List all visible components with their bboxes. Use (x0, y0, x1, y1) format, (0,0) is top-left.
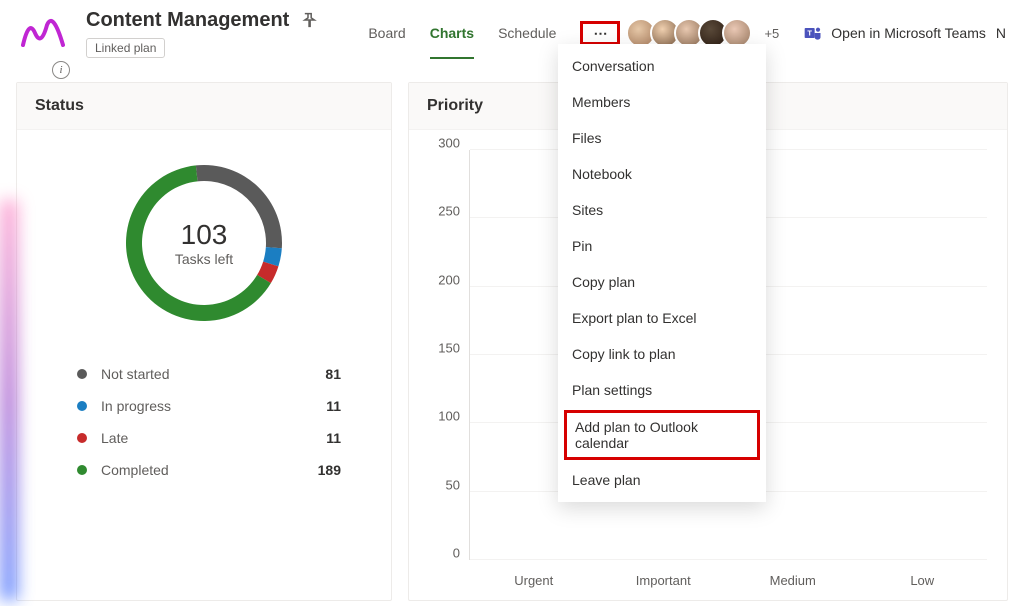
tab-charts[interactable]: Charts (430, 19, 474, 47)
menu-plan-settings[interactable]: Plan settings (558, 372, 766, 408)
status-legend: Not started 81 In progress 11 Late 11 Co… (17, 338, 391, 506)
legend-dot (77, 465, 87, 475)
y-tick: 0 (453, 546, 460, 561)
menu-copy-link[interactable]: Copy link to plan (558, 336, 766, 372)
legend-dot (77, 369, 87, 379)
x-label: Important (599, 573, 729, 588)
menu-export-excel[interactable]: Export plan to Excel (558, 300, 766, 336)
legend-row-not-started: Not started 81 (77, 358, 341, 390)
menu-add-outlook[interactable]: Add plan to Outlook calendar (564, 410, 760, 460)
tasks-left-label: Tasks left (175, 251, 233, 267)
y-tick: 300 (438, 136, 460, 151)
y-tick: 150 (438, 341, 460, 356)
menu-files[interactable]: Files (558, 120, 766, 156)
menu-members[interactable]: Members (558, 84, 766, 120)
legend-dot (77, 433, 87, 443)
info-icon[interactable]: i (52, 61, 70, 79)
menu-pin[interactable]: Pin (558, 228, 766, 264)
app-logo: i (18, 9, 66, 57)
x-label: Low (858, 573, 988, 588)
status-panel: Status 103 Tasks left Not started 81 In … (16, 82, 392, 601)
members-overflow-count[interactable]: +5 (764, 26, 779, 41)
menu-conversation[interactable]: Conversation (558, 48, 766, 84)
status-header: Status (17, 83, 391, 130)
plan-title: Content Management (86, 9, 289, 32)
status-donut-chart: 103 Tasks left (119, 158, 289, 328)
tab-board[interactable]: Board (368, 19, 405, 47)
linked-plan-badge: Linked plan (86, 38, 165, 58)
y-tick: 200 (438, 272, 460, 287)
y-tick: 100 (438, 409, 460, 424)
menu-copy-plan[interactable]: Copy plan (558, 264, 766, 300)
legend-dot (77, 401, 87, 411)
tasks-left-number: 103 (181, 219, 228, 251)
pin-icon[interactable] (299, 11, 317, 29)
legend-row-in-progress: In progress 11 (77, 390, 341, 422)
teams-link-label: Open in Microsoft Teams (831, 25, 986, 41)
menu-notebook[interactable]: Notebook (558, 156, 766, 192)
more-menu-dropdown: Conversation Members Files Notebook Site… (558, 44, 766, 502)
menu-leave-plan[interactable]: Leave plan (558, 462, 766, 498)
more-menu-button[interactable]: ⋯ (580, 21, 620, 45)
x-label: Urgent (469, 573, 599, 588)
svg-text:T: T (808, 29, 813, 38)
legend-row-completed: Completed 189 (77, 454, 341, 486)
legend-row-late: Late 11 (77, 422, 341, 454)
open-in-teams-link[interactable]: T Open in Microsoft Teams (803, 23, 986, 43)
tab-schedule[interactable]: Schedule (498, 19, 556, 47)
menu-sites[interactable]: Sites (558, 192, 766, 228)
truncated-text: N (996, 25, 1006, 41)
y-tick: 50 (446, 477, 460, 492)
x-label: Medium (728, 573, 858, 588)
y-tick: 250 (438, 204, 460, 219)
teams-icon: T (803, 23, 823, 43)
